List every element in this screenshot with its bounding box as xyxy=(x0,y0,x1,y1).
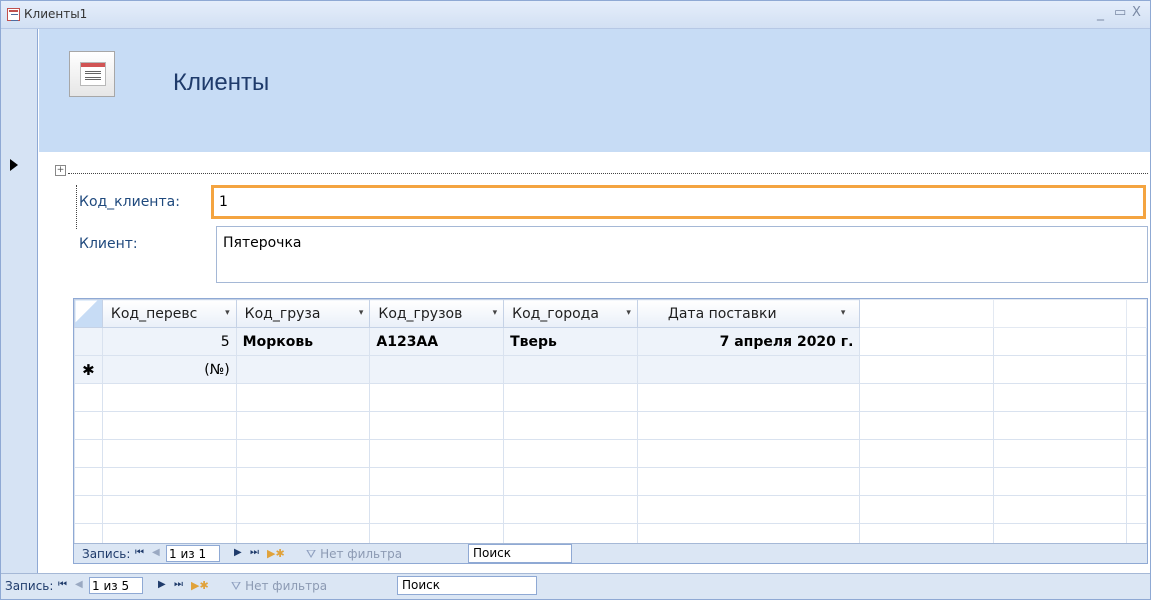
table-cell[interactable] xyxy=(369,355,505,384)
shipments-datasheet: Код_перевс ▾ Код_груза ▾ Код_грузов ▾ Код_г… xyxy=(74,299,1147,552)
chevron-down-icon[interactable]: ▾ xyxy=(841,308,846,318)
next-record-icon[interactable]: ▶ xyxy=(158,579,166,590)
chevron-down-icon[interactable]: ▾ xyxy=(225,308,230,318)
form-glyph-icon xyxy=(80,62,106,86)
table-cell[interactable] xyxy=(235,355,371,384)
table-cell[interactable]: 5 xyxy=(101,327,237,356)
chevron-down-icon[interactable]: ▾ xyxy=(359,308,364,318)
main-record-navigation: Запись: ⏮ ◀ 1 из 5 ▶ ⏭ ▶✱ ⛛ Нет фильтра П… xyxy=(1,573,1150,599)
table-cell[interactable]: 7 апреля 2020 г. xyxy=(636,327,861,356)
form-title: Клиенты xyxy=(173,69,270,96)
table-cell[interactable]: Тверь xyxy=(503,327,638,356)
chevron-down-icon[interactable]: ▾ xyxy=(493,308,498,318)
empty-column-header xyxy=(859,299,994,328)
form-window-icon xyxy=(7,8,20,21)
close-button[interactable]: X xyxy=(1132,5,1141,20)
new-record-row[interactable]: ✱ (№) xyxy=(74,355,1147,384)
record-label: Запись: xyxy=(5,579,54,593)
record-selector-column[interactable] xyxy=(1,29,38,573)
current-record-arrow-icon xyxy=(10,159,18,171)
filter-icon: ⛛ xyxy=(306,547,317,561)
maximize-button[interactable]: ▭ xyxy=(1114,5,1126,20)
table-cell[interactable] xyxy=(503,355,638,384)
empty-column-header xyxy=(1125,299,1147,328)
chevron-down-icon[interactable]: ▾ xyxy=(626,308,631,318)
record-label: Запись: xyxy=(82,547,131,561)
table-row[interactable]: 5 Морковь А123АА Тверь 7 апреля 2020 г. xyxy=(74,327,1147,356)
record-position-field[interactable]: 1 из 5 xyxy=(89,577,143,594)
empty-column-header xyxy=(992,299,1127,328)
first-record-icon[interactable]: ⏮ xyxy=(58,579,67,590)
new-record-icon[interactable]: ▶✱ xyxy=(267,547,285,560)
search-input[interactable]: Поиск xyxy=(397,576,537,595)
form-header: Клиенты xyxy=(39,29,1150,152)
column-header[interactable]: Код_перевс ▾ xyxy=(101,299,237,328)
client-id-label: Код_клиента: xyxy=(79,194,180,210)
filter-status[interactable]: ⛛ Нет фильтра xyxy=(231,579,327,594)
form-icon xyxy=(69,51,115,97)
record-position-field[interactable]: 1 из 1 xyxy=(166,545,220,562)
window-title: Клиенты1 xyxy=(24,7,88,21)
column-header[interactable]: Дата поставки ▾ xyxy=(636,299,861,328)
layout-move-handle-icon[interactable]: + xyxy=(55,165,66,176)
column-header[interactable]: Код_груза ▾ xyxy=(235,299,371,328)
new-record-icon[interactable]: ▶✱ xyxy=(191,579,209,592)
filter-status[interactable]: ⛛ Нет фильтра xyxy=(306,547,402,562)
datasheet-header-row: Код_перевс ▾ Код_груза ▾ Код_грузов ▾ Код_г… xyxy=(74,299,1147,328)
search-input[interactable]: Поиск xyxy=(468,544,572,563)
last-record-icon[interactable]: ⏭ xyxy=(250,547,259,558)
select-all-corner[interactable] xyxy=(74,299,103,328)
title-bar: Клиенты1 _ ▭ X xyxy=(1,1,1150,29)
minimize-button[interactable]: _ xyxy=(1097,5,1104,21)
client-name-field[interactable]: Пятерочка xyxy=(216,226,1148,283)
column-header[interactable]: Код_города ▾ xyxy=(503,299,638,328)
table-cell[interactable] xyxy=(636,355,861,384)
form-window: Клиенты1 _ ▭ X Клиенты + Код_клиента: 1 … xyxy=(0,0,1151,600)
form-detail-section: + Код_клиента: 1 Клиент: Пятерочка Код_п… xyxy=(39,152,1150,573)
column-header[interactable]: Код_грузов ▾ xyxy=(369,299,505,328)
subform-record-navigation: Запись: ⏮ ◀ 1 из 1 ▶ ⏭ ▶✱ ⛛ Нет фильтра П… xyxy=(74,543,1147,563)
client-id-field[interactable]: 1 xyxy=(211,185,1146,219)
shipments-subform: Код_перевс ▾ Код_груза ▾ Код_грузов ▾ Код_г… xyxy=(73,298,1148,564)
last-record-icon[interactable]: ⏭ xyxy=(174,579,183,590)
layout-group-outline-left xyxy=(76,185,77,229)
table-cell[interactable]: А123АА xyxy=(369,327,505,356)
previous-record-icon[interactable]: ◀ xyxy=(152,547,160,558)
next-record-icon[interactable]: ▶ xyxy=(234,547,242,558)
previous-record-icon[interactable]: ◀ xyxy=(75,579,83,590)
new-record-id-placeholder[interactable]: (№) xyxy=(101,355,237,384)
table-cell[interactable]: Морковь xyxy=(235,327,371,356)
first-record-icon[interactable]: ⏮ xyxy=(135,547,144,558)
row-selector[interactable] xyxy=(74,327,103,356)
new-record-marker-icon: ✱ xyxy=(74,355,103,384)
client-name-label: Клиент: xyxy=(79,236,138,252)
filter-icon: ⛛ xyxy=(231,579,242,593)
